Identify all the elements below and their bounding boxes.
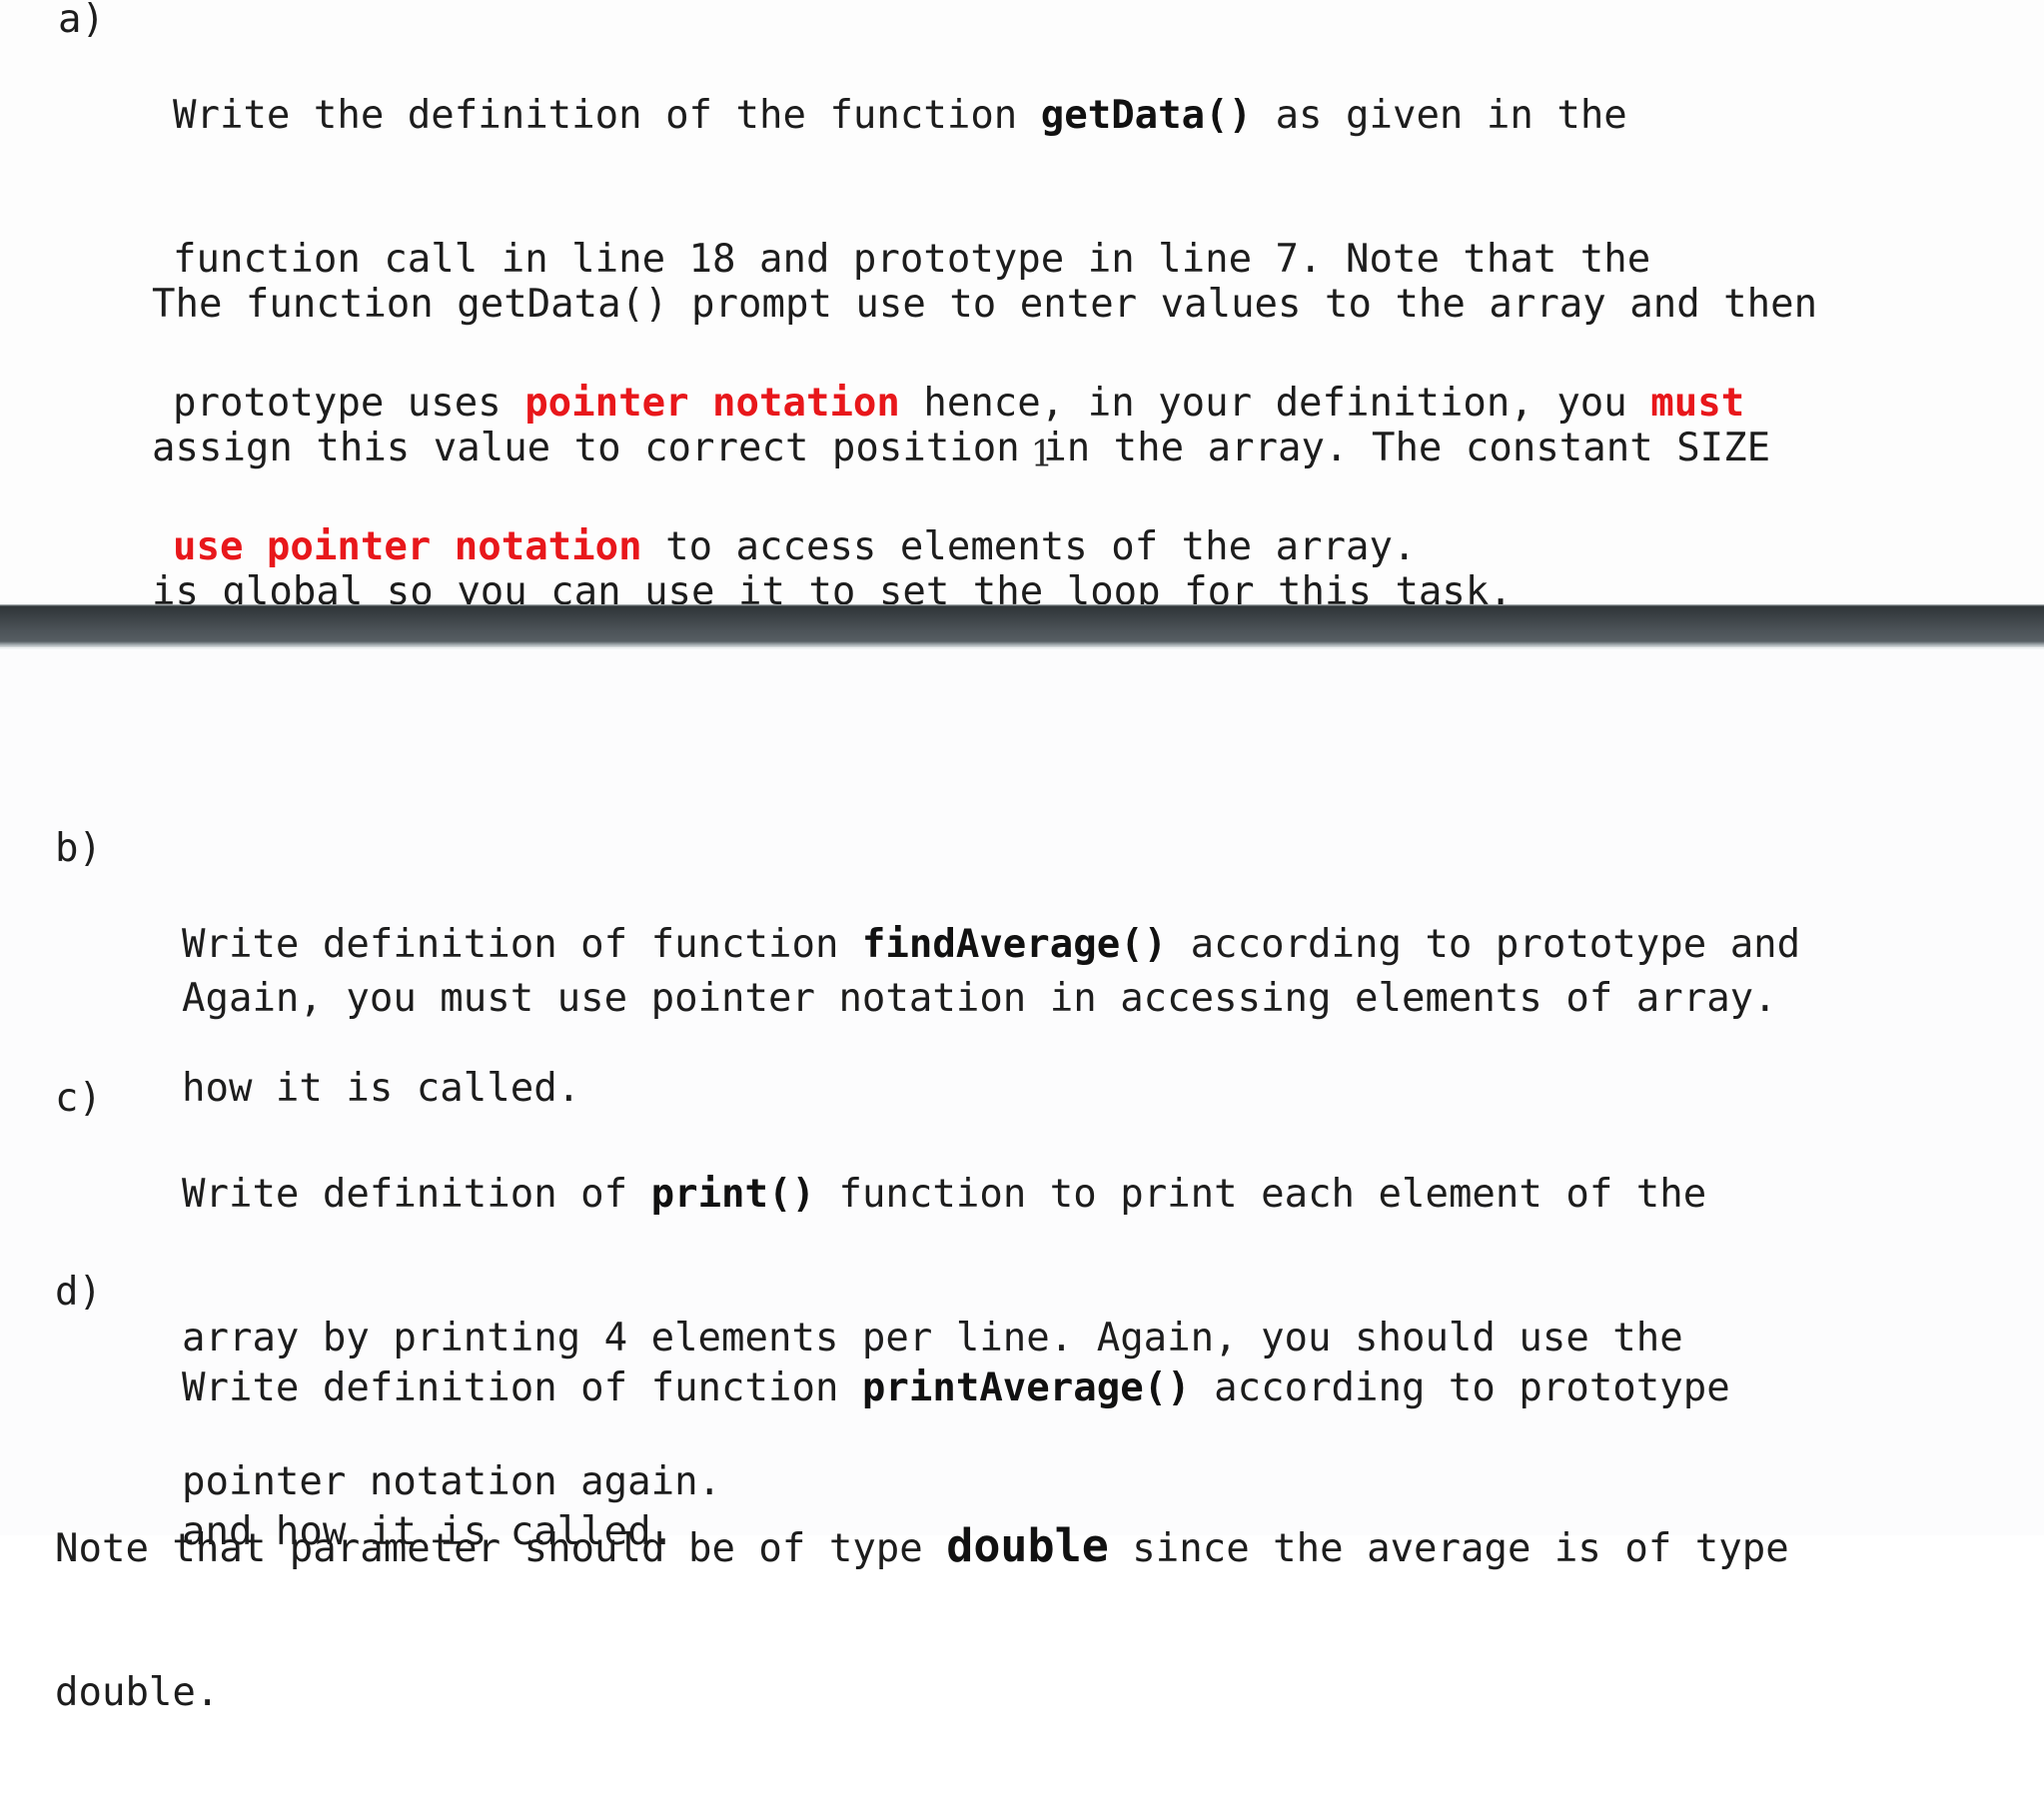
- item-b-note: Again, you must use pointer notation in …: [182, 976, 1777, 1021]
- item-a-p2-line-1: The function getData() prompt use to ent…: [152, 282, 1818, 327]
- footer-note-line1-pre: Note that parameter should be of type: [55, 1526, 947, 1571]
- document-page-lower: b) Write definition of function findAver…: [0, 647, 2044, 1715]
- code-printaverage: printAverage(): [861, 1365, 1191, 1410]
- page-separator-band: [0, 604, 2044, 647]
- footer-note-line-1: Note that parameter should be of type do…: [55, 1522, 1789, 1573]
- item-d-line1-pre: Write definition of function: [182, 1365, 862, 1410]
- code-double: double: [946, 1519, 1109, 1572]
- item-c-line1-pre: Write definition of: [182, 1172, 651, 1217]
- item-b-line-1: Write definition of function findAverage…: [182, 921, 1800, 969]
- code-getdata: getData(): [1040, 93, 1253, 138]
- footer-note-line1-post: since the average is of type: [1108, 1526, 1789, 1571]
- item-d-line-1: Write definition of function printAverag…: [182, 1364, 1730, 1412]
- document-page-upper: a) Write the definition of the function …: [0, 0, 2044, 614]
- code-print: print(): [650, 1172, 815, 1217]
- footer-note-line-2: double.: [55, 1670, 220, 1715]
- item-c-line-1: Write definition of print() function to …: [182, 1171, 1706, 1219]
- list-marker-c: c): [55, 1076, 102, 1121]
- item-c-line1-post: function to print each element of the: [814, 1172, 1707, 1217]
- list-marker-d: d): [55, 1270, 102, 1315]
- list-marker-a: a): [58, 0, 105, 42]
- item-b-line1-pre: Write definition of function: [182, 922, 862, 967]
- list-marker-b: b): [55, 826, 102, 871]
- footer-note: Note that parameter should be of type do…: [55, 1426, 1789, 1813]
- item-a-p1-line1-pre: Write the definition of the function: [173, 93, 1041, 138]
- item-a-p1-line-1: Write the definition of the function get…: [173, 92, 1744, 140]
- item-b-line1-post: according to prototype and: [1167, 922, 1801, 967]
- page-number: 1: [1030, 435, 1054, 475]
- item-a-p1-line1-post: as given in the: [1252, 93, 1627, 138]
- item-d-line1-post: according to prototype: [1190, 1365, 1730, 1410]
- code-findaverage: findAverage(): [861, 922, 1168, 967]
